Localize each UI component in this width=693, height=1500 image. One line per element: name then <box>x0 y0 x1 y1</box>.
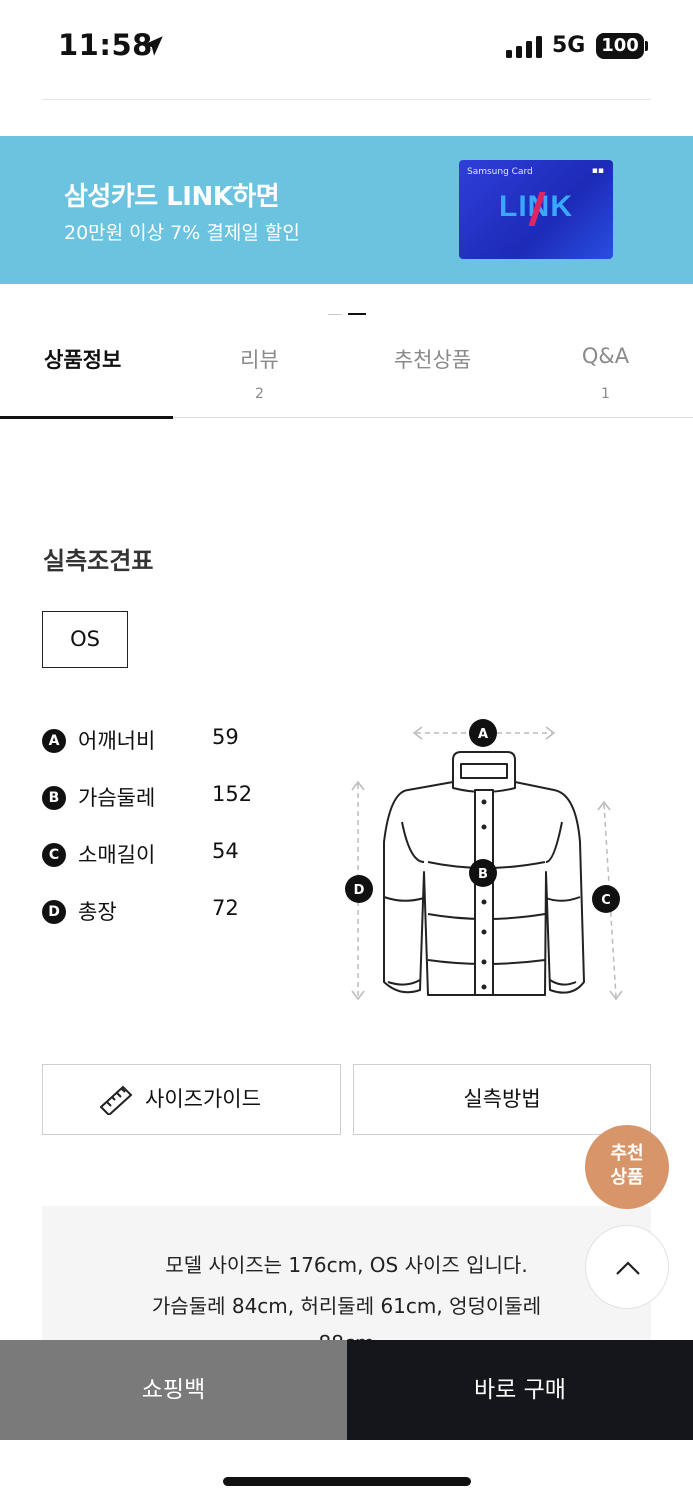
measure-label: 어깨너비 <box>78 729 156 753</box>
measure-key-badge: B <box>42 786 66 810</box>
page-dot <box>328 314 342 315</box>
measure-key-badge: A <box>42 729 66 753</box>
network-type: 5G <box>552 33 586 58</box>
tab-label: Q&A <box>581 344 630 368</box>
ruler-icon <box>99 1085 133 1115</box>
buy-now-button[interactable]: 바로 구매 <box>347 1340 693 1440</box>
svg-text:D: D <box>354 883 365 898</box>
purchase-bar: 쇼핑백 바로 구매 <box>0 1340 693 1440</box>
promo-banner[interactable]: 삼성카드 LINK하면 20만원 이상 7% 결제일 할인 Samsung Ca… <box>0 136 693 284</box>
banner-title: 삼성카드 LINK하면 <box>64 182 280 212</box>
page-dot-active <box>348 313 366 315</box>
measure-value: 54 <box>212 839 239 863</box>
card-contactless-icon: ▪▪ <box>591 166 604 176</box>
tab-reviews[interactable]: 리뷰 2 <box>173 330 346 418</box>
measure-value: 152 <box>212 782 253 806</box>
measure-value: 72 <box>212 896 239 920</box>
size-guide-button[interactable]: 사이즈가이드 <box>42 1064 341 1135</box>
shopping-bag-button[interactable]: 쇼핑백 <box>0 1340 347 1440</box>
home-indicator[interactable] <box>223 1477 471 1486</box>
how-to-measure-button[interactable]: 실측방법 <box>353 1064 651 1135</box>
header-divider <box>42 99 651 100</box>
card-brand: Samsung Card <box>467 167 533 177</box>
svg-text:C: C <box>601 893 611 908</box>
measure-label: 총장 <box>78 900 117 924</box>
fab-label-line1: 추천 <box>610 1143 644 1164</box>
model-info-line: 모델 사이즈는 176cm, OS 사이즈 입니다. <box>165 1253 528 1277</box>
tab-count: 1 <box>601 386 610 402</box>
tab-label: 추천상품 <box>393 348 472 372</box>
battery-icon: 100 <box>596 33 644 59</box>
model-info-line: 가슴둘레 84cm, 허리둘레 61cm, 엉덩이둘레 <box>151 1294 542 1318</box>
tab-recommended[interactable]: 추천상품 <box>346 330 519 418</box>
tab-product-info[interactable]: 상품정보 <box>0 330 173 419</box>
scroll-to-top-button[interactable] <box>585 1225 669 1309</box>
section-title: 실측조견표 <box>43 547 154 575</box>
chevron-up-icon <box>616 1261 640 1275</box>
tab-label: 리뷰 <box>240 348 279 372</box>
tab-count: 2 <box>255 386 264 402</box>
measure-key-badge: C <box>42 843 66 867</box>
recommended-products-fab[interactable]: 추천 상품 <box>585 1125 669 1209</box>
tab-qna[interactable]: Q&A 1 <box>519 330 692 418</box>
measure-key-badge: D <box>42 900 66 924</box>
banner-page-indicator <box>328 313 368 317</box>
svg-text:B: B <box>478 867 488 882</box>
svg-text:A: A <box>478 727 488 742</box>
status-bar: 11:58 5G 100 <box>0 0 693 95</box>
measure-value: 59 <box>212 725 239 749</box>
fab-label-line2: 상품 <box>610 1167 644 1188</box>
battery-tip <box>645 41 648 51</box>
status-time: 11:58 <box>58 28 153 62</box>
tab-active-underline <box>0 416 173 419</box>
model-info-box: 모델 사이즈는 176cm, OS 사이즈 입니다. 가슴둘레 84cm, 허리… <box>42 1206 651 1340</box>
measure-label: 가슴둘레 <box>78 786 156 810</box>
measure-label: 소매길이 <box>78 843 156 867</box>
samsung-card-image: Samsung Card ▪▪ LINK <box>459 160 613 259</box>
model-info-line: 88cm <box>42 1331 651 1340</box>
banner-subtitle: 20만원 이상 7% 결제일 할인 <box>64 222 300 244</box>
tab-label: 상품정보 <box>44 348 122 372</box>
jacket-measurement-diagram: A B C D <box>345 719 623 1001</box>
product-tabs: 상품정보 리뷰 2 추천상품 Q&A 1 <box>0 330 693 419</box>
location-arrow-icon <box>143 36 163 56</box>
cellular-signal-icon <box>506 36 542 58</box>
size-guide-label: 사이즈가이드 <box>145 1087 261 1111</box>
size-option-os[interactable]: OS <box>42 611 128 668</box>
